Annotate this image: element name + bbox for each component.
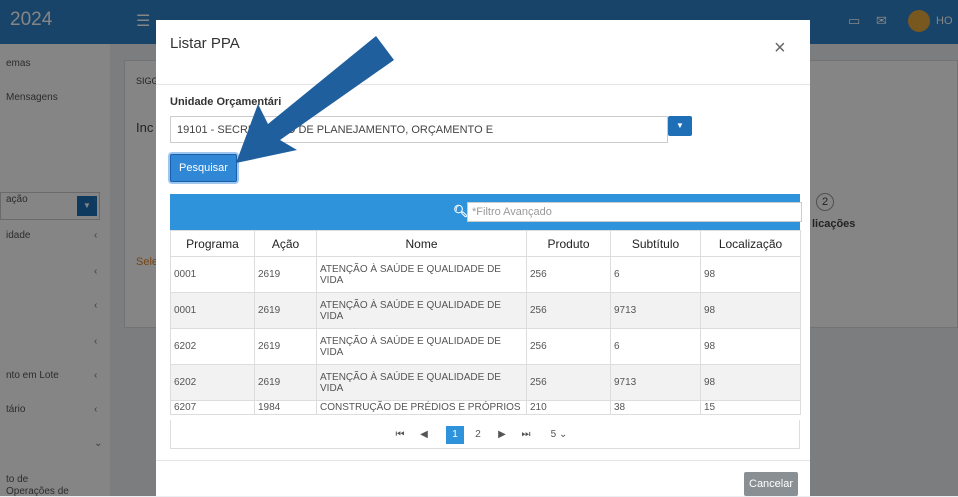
arrow-shape xyxy=(236,36,394,163)
annotation-arrow-icon xyxy=(236,36,394,163)
